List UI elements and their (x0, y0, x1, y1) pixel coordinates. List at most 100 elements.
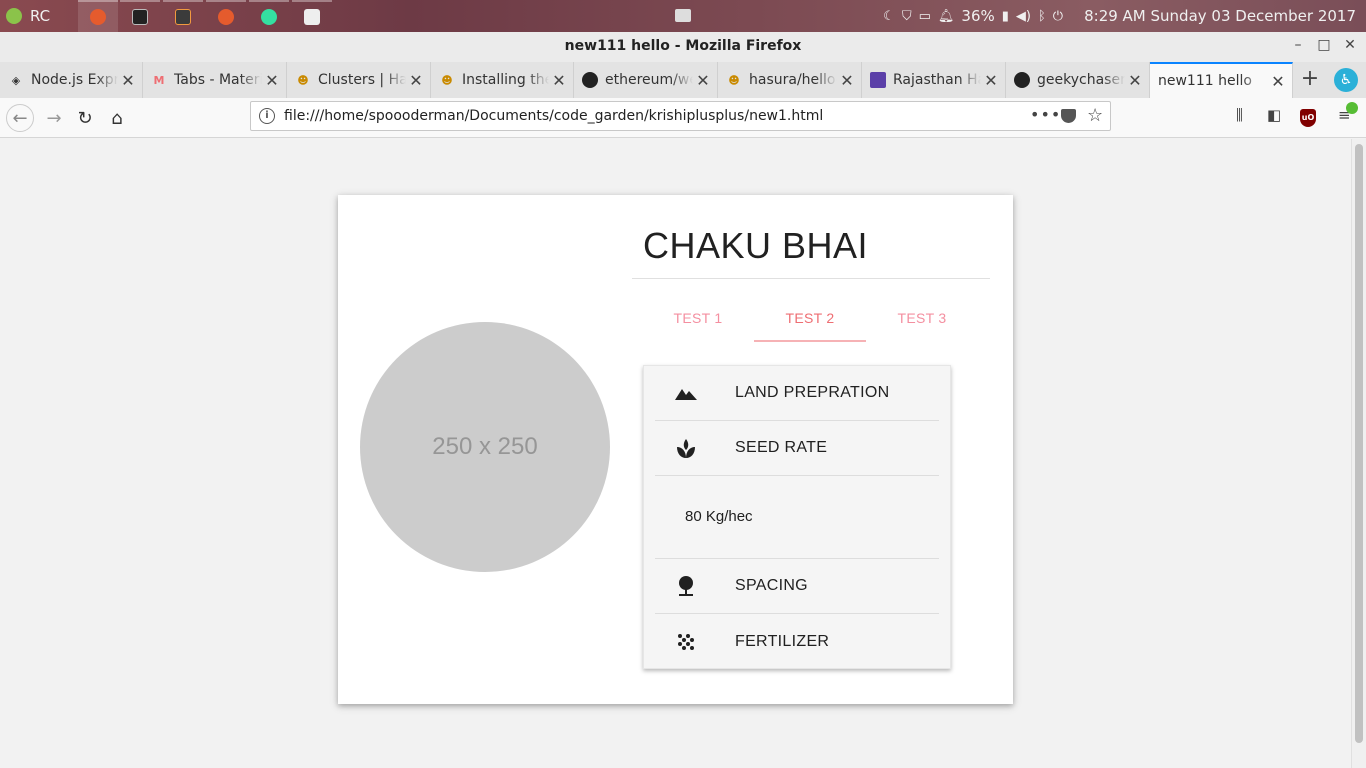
collapsible-header-land-preparation[interactable]: LAND PREPRATION (655, 366, 939, 421)
grain-icon (675, 631, 697, 653)
taskbar-terminal-icon[interactable] (120, 0, 160, 32)
tab-close-icon[interactable]: ✕ (1125, 71, 1145, 90)
security-icon[interactable]: ⛉ (902, 9, 912, 24)
os-workspace-icon[interactable] (675, 9, 691, 22)
site-info-icon[interactable]: i (259, 108, 275, 124)
tab-close-icon[interactable]: ✕ (262, 71, 282, 90)
ublock-origin-icon[interactable]: uO (1300, 109, 1316, 127)
tab-label: hasura/hello- (749, 72, 837, 88)
tab-close-icon[interactable]: ✕ (549, 71, 569, 90)
browser-tab[interactable]: ethereum/web3 ✕ (574, 62, 718, 98)
tab-test-3[interactable]: TEST 3 (866, 305, 978, 342)
tab-close-icon[interactable]: ✕ (837, 71, 857, 90)
github-favicon-icon (1014, 72, 1030, 88)
browser-tab-active[interactable]: new111 hello ✕ (1150, 62, 1293, 98)
bookmark-favicon-icon (870, 72, 886, 88)
seed-rate-value: 80 Kg/hec (685, 508, 753, 525)
collapsible-label: LAND PREPRATION (735, 384, 890, 401)
volume-icon[interactable]: ◀︎) (1016, 9, 1031, 24)
window-title: new111 hello - Mozilla Firefox (564, 38, 802, 54)
system-tray: ☾ ⛉ ▭ 🔔︎ 36% ▮ ◀︎) ᛒ ⏻ 8:29 AM Sunday 03… (883, 0, 1366, 32)
battery-icon[interactable]: ▮ (1002, 9, 1009, 24)
scrollbar-thumb[interactable] (1355, 144, 1363, 743)
spa-icon (675, 437, 697, 459)
tab-close-icon[interactable]: ✕ (693, 71, 713, 90)
tab-label: Node.js Express (31, 72, 118, 88)
maximize-icon[interactable]: □ (1315, 37, 1333, 53)
tab-close-icon[interactable]: ✕ (406, 71, 426, 90)
tab-close-icon[interactable]: ✕ (981, 71, 1001, 90)
sidebar-icon[interactable]: ◧ (1267, 106, 1281, 124)
forward-button[interactable]: → (40, 104, 68, 132)
close-window-icon[interactable]: ✕ (1341, 37, 1359, 53)
os-logo-icon (6, 8, 22, 24)
collapsible-header-seed-rate[interactable]: SEED RATE (655, 421, 939, 476)
collapsible-body-seed-rate: 80 Kg/hec (655, 476, 939, 559)
library-icon[interactable]: ⫼ (1236, 106, 1243, 124)
url-text[interactable]: file:///home/spoooderman/Documents/code_… (284, 108, 823, 124)
clock[interactable]: 8:29 AM Sunday 03 December 2017 (1084, 7, 1356, 25)
home-button[interactable]: ⌂ (103, 104, 131, 132)
pocket-icon[interactable] (1061, 109, 1076, 123)
minimize-icon[interactable]: – (1289, 37, 1307, 53)
avatar-placeholder-label: 250 x 250 (432, 433, 538, 460)
accessibility-icon[interactable]: ♿︎ (1334, 68, 1358, 92)
tab-label: Tabs - Materialize (174, 72, 262, 88)
browser-tab[interactable]: M Tabs - Materialize ✕ (143, 62, 287, 98)
nature-icon (675, 575, 697, 597)
terrain-icon (675, 382, 697, 404)
hasura-favicon-icon: ☻ (441, 73, 453, 87)
vertical-scrollbar[interactable] (1351, 139, 1366, 768)
tab-test-1[interactable]: TEST 1 (642, 305, 754, 342)
page-actions-icon[interactable]: ••• (1030, 105, 1061, 124)
browser-tab[interactable]: ◈ Node.js Express ✕ (0, 62, 143, 98)
url-bar[interactable]: i file:///home/spoooderman/Documents/cod… (250, 101, 1111, 131)
tab-test-2[interactable]: TEST 2 (754, 305, 866, 342)
browser-tab[interactable]: Rajasthan Ha ✕ (862, 62, 1006, 98)
taskbar-files-icon[interactable] (292, 0, 332, 32)
avatar-placeholder: 250 x 250 (360, 322, 610, 572)
taskbar-firefox-icon[interactable] (206, 0, 246, 32)
battery-percent: 36% (961, 7, 995, 25)
tab-close-icon[interactable]: ✕ (118, 71, 138, 90)
tab-close-icon[interactable]: ✕ (1268, 72, 1288, 91)
collapsible-label: FERTILIZER (735, 632, 830, 650)
github-favicon-icon (582, 72, 598, 88)
taskbar-sublime-icon[interactable] (163, 0, 203, 32)
profile-card: 250 x 250 CHAKU BHAI TEST 1 TEST 2 TEST … (338, 195, 1013, 704)
profile-name: CHAKU BHAI (643, 225, 869, 266)
bookmark-star-icon[interactable]: ☆ (1087, 105, 1103, 126)
navigation-toolbar: ← → ↻ ⌂ i file:///home/spoooderman/Docum… (0, 98, 1366, 138)
taskbar-firefox-icon[interactable] (78, 0, 118, 32)
notification-icon[interactable]: 🔔︎ (938, 9, 955, 24)
back-button[interactable]: ← (6, 104, 34, 132)
taskbar-tripadvisor-icon[interactable] (249, 0, 289, 32)
os-top-panel: RC ☾ ⛉ ▭ 🔔︎ 36% ▮ ◀︎) ᛒ ⏻ 8:29 AM Sunday… (0, 0, 1366, 32)
tab-label: Installing the (462, 72, 549, 88)
materialize-favicon-icon: M (153, 73, 165, 87)
display-icon[interactable]: ▭ (919, 9, 931, 24)
update-available-icon (1346, 102, 1358, 114)
reload-button[interactable]: ↻ (71, 104, 99, 132)
tab-label: new111 hello (1158, 73, 1252, 89)
power-icon[interactable]: ⏻ (1053, 9, 1063, 24)
divider (632, 278, 990, 279)
collapsible-header-spacing[interactable]: SPACING (655, 559, 939, 614)
browser-tab[interactable]: geekychaser ✕ (1006, 62, 1150, 98)
browser-tab[interactable]: ☻ Installing the ✕ (431, 62, 574, 98)
tab-label: ethereum/web3 (605, 72, 693, 88)
night-mode-icon[interactable]: ☾ (883, 9, 895, 24)
new-tab-button[interactable]: + (1298, 66, 1322, 92)
window-titlebar: new111 hello - Mozilla Firefox – □ ✕ (0, 32, 1366, 62)
browser-tab[interactable]: ☻ hasura/hello- ✕ (718, 62, 862, 98)
page-viewport: 250 x 250 CHAKU BHAI TEST 1 TEST 2 TEST … (0, 139, 1366, 768)
os-launcher-label: RC (30, 7, 51, 25)
content-tabs: TEST 1 TEST 2 TEST 3 (642, 305, 978, 343)
os-app-menu[interactable]: RC (0, 0, 78, 32)
collapsible-label: SPACING (735, 577, 808, 594)
tab-label: Rajasthan Ha (893, 72, 981, 88)
collapsible-header-fertilizer[interactable]: FERTILIZER (655, 614, 939, 669)
bluetooth-icon[interactable]: ᛒ (1038, 9, 1046, 24)
nodejs-favicon-icon: ◈ (11, 73, 21, 87)
browser-tab[interactable]: ☻ Clusters | Hasura ✕ (287, 62, 431, 98)
